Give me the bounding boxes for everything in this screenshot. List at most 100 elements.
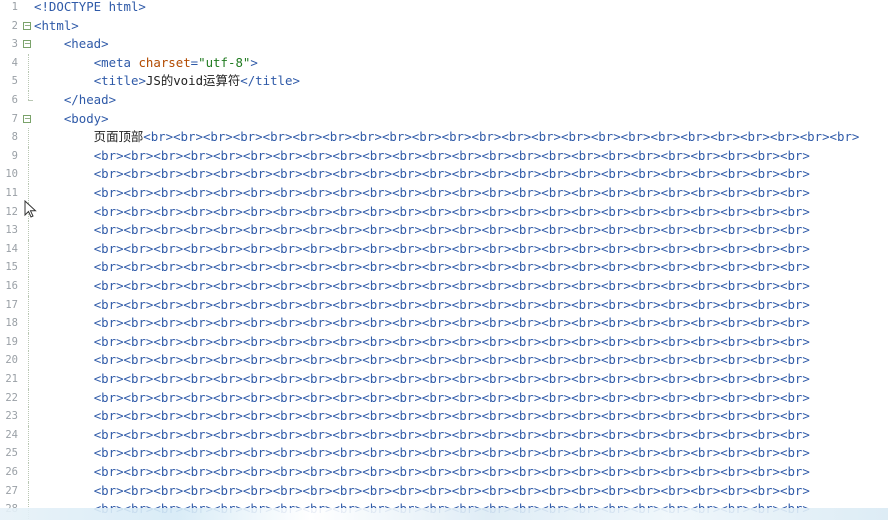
code-text[interactable]: <br><br><br><br><br><br><br><br><br><br>… <box>34 147 810 166</box>
code-text[interactable]: <br><br><br><br><br><br><br><br><br><br>… <box>34 426 810 445</box>
code-line[interactable]: 16 <br><br><br><br><br><br><br><br><br><… <box>0 277 888 296</box>
code-text[interactable]: <br><br><br><br><br><br><br><br><br><br>… <box>34 351 810 370</box>
code-line[interactable]: 11 <br><br><br><br><br><br><br><br><br><… <box>0 184 888 203</box>
fold-guide <box>28 221 30 240</box>
code-text[interactable]: <br><br><br><br><br><br><br><br><br><br>… <box>34 184 810 203</box>
line-number: 12 <box>5 205 18 218</box>
code-text[interactable]: <br><br><br><br><br><br><br><br><br><br>… <box>34 444 810 463</box>
code-text[interactable]: <html> <box>34 17 79 36</box>
line-number: 17 <box>5 298 18 311</box>
line-number: 19 <box>5 335 18 348</box>
code-text[interactable]: <br><br><br><br><br><br><br><br><br><br>… <box>34 333 810 352</box>
fold-guide <box>28 332 30 352</box>
code-line[interactable]: 15 <br><br><br><br><br><br><br><br><br><… <box>0 258 888 277</box>
code-line[interactable]: 7− <body> <box>0 110 888 129</box>
code-token: <br><br><br><br><br><br><br><br><br><br>… <box>93 426 810 442</box>
code-text[interactable]: <br><br><br><br><br><br><br><br><br><br>… <box>34 407 810 426</box>
fold-guide <box>28 72 30 91</box>
code-text[interactable]: </head> <box>34 91 116 110</box>
code-text[interactable]: <br><br><br><br><br><br><br><br><br><br>… <box>34 203 810 222</box>
code-text[interactable]: <br><br><br><br><br><br><br><br><br><br>… <box>34 221 810 240</box>
code-text[interactable]: <head> <box>34 35 109 54</box>
fold-toggle-icon[interactable]: − <box>23 21 31 30</box>
fold-toggle-icon[interactable]: − <box>23 40 31 49</box>
line-number: 9 <box>11 149 18 162</box>
fold-guide <box>28 444 30 463</box>
code-text[interactable]: <br><br><br><br><br><br><br><br><br><br>… <box>34 482 810 501</box>
code-token: <br><br><br><br><br><br><br><br><br><br>… <box>93 296 810 312</box>
code-line[interactable]: 10 <br><br><br><br><br><br><br><br><br><… <box>0 165 888 184</box>
code-text[interactable]: <meta charset="utf-8"> <box>34 54 258 73</box>
code-text[interactable]: <br><br><br><br><br><br><br><br><br><br>… <box>34 165 810 184</box>
code-token: <body> <box>63 110 109 126</box>
mouse-cursor-icon <box>24 200 37 218</box>
code-line[interactable]: 22 <br><br><br><br><br><br><br><br><br><… <box>0 388 888 408</box>
fold-guide <box>28 481 30 501</box>
code-line[interactable]: 19 <br><br><br><br><br><br><br><br><br><… <box>0 332 888 352</box>
code-line[interactable]: 5 <title>JS的void运算符</title> <box>0 72 888 91</box>
code-text[interactable]: <br><br><br><br><br><br><br><br><br><br>… <box>34 463 810 482</box>
code-text[interactable]: <title>JS的void运算符</title> <box>34 72 300 91</box>
code-line[interactable]: 1 <!DOCTYPE html> <box>0 0 888 17</box>
code-line[interactable]: 8 页面顶部<br><br><br><br><br><br><br><br><b… <box>0 128 888 147</box>
code-line[interactable]: 2− <html> <box>0 17 888 36</box>
code-text[interactable]: <br><br><br><br><br><br><br><br><br><br>… <box>34 258 810 277</box>
fold-guide <box>28 388 30 408</box>
code-token: <br><br><br><br><br><br><br><br><br><br>… <box>93 352 810 368</box>
code-line[interactable]: 18 <br><br><br><br><br><br><br><br><br><… <box>0 314 888 333</box>
code-text[interactable]: <body> <box>34 110 109 129</box>
code-token: <head> <box>63 36 109 52</box>
code-line[interactable]: 21 <br><br><br><br><br><br><br><br><br><… <box>0 370 888 389</box>
code-line[interactable]: 4 <meta charset="utf-8"> <box>0 53 888 73</box>
fold-guide <box>28 295 30 315</box>
code-line[interactable]: 3− <head> <box>0 35 888 54</box>
code-token: charset <box>138 54 191 70</box>
code-line[interactable]: 14 <br><br><br><br><br><br><br><br><br><… <box>0 239 888 259</box>
code-line[interactable]: 25 <br><br><br><br><br><br><br><br><br><… <box>0 444 888 463</box>
code-text[interactable]: <br><br><br><br><br><br><br><br><br><br>… <box>34 370 810 389</box>
fold-toggle-icon[interactable]: − <box>23 114 31 123</box>
code-line[interactable]: 6 </head> <box>0 91 888 110</box>
bottom-decoration <box>0 508 888 520</box>
code-editor[interactable]: 1 <!DOCTYPE html> 2− <html> 3− <head> 4 <meta… <box>0 0 888 520</box>
code-line[interactable]: 13 <br><br><br><br><br><br><br><br><br><… <box>0 221 888 240</box>
line-number: 27 <box>5 484 18 497</box>
code-line[interactable]: 9 <br><br><br><br><br><br><br><br><br><b… <box>0 146 888 166</box>
line-number: 15 <box>5 261 18 274</box>
code-text[interactable]: <br><br><br><br><br><br><br><br><br><br>… <box>34 389 810 408</box>
code-text[interactable]: <br><br><br><br><br><br><br><br><br><br>… <box>34 296 810 315</box>
code-token: <br><br><br><br><br><br><br><br><br><br>… <box>93 166 810 182</box>
code-line[interactable]: 20 <br><br><br><br><br><br><br><br><br><… <box>0 351 888 370</box>
code-line[interactable]: 23 <br><br><br><br><br><br><br><br><br><… <box>0 407 888 426</box>
code-token: <br><br><br><br><br><br><br><br><br><br>… <box>93 464 810 479</box>
code-line[interactable]: 26 <br><br><br><br><br><br><br><br><br><… <box>0 463 888 482</box>
fold-guide <box>28 425 30 445</box>
code-token: <br><br><br><br><br><br><br><br><br><br>… <box>93 259 810 275</box>
line-number: 10 <box>5 168 18 181</box>
code-text[interactable]: <br><br><br><br><br><br><br><br><br><br>… <box>34 277 810 296</box>
line-number: 6 <box>11 94 18 106</box>
code-text[interactable]: <br><br><br><br><br><br><br><br><br><br>… <box>34 314 810 333</box>
line-number: 20 <box>5 354 18 367</box>
code-line[interactable]: 24 <br><br><br><br><br><br><br><br><br><… <box>0 425 888 445</box>
code-line[interactable]: 12 <br><br><br><br><br><br><br><br><br><… <box>0 202 888 222</box>
line-number: 16 <box>5 280 18 292</box>
code-line[interactable]: 27 <br><br><br><br><br><br><br><br><br><… <box>0 481 888 501</box>
code-text[interactable]: 页面顶部<br><br><br><br><br><br><br><br><br>… <box>34 128 860 147</box>
code-token: <meta <box>93 54 139 70</box>
line-number: 2 <box>11 19 18 32</box>
code-text[interactable]: <br><br><br><br><br><br><br><br><br><br>… <box>34 240 810 259</box>
code-line[interactable]: 17 <br><br><br><br><br><br><br><br><br><… <box>0 295 888 315</box>
line-number: 24 <box>5 428 18 441</box>
code-text[interactable]: <!DOCTYPE html> <box>34 0 146 17</box>
fold-guide <box>28 258 30 277</box>
